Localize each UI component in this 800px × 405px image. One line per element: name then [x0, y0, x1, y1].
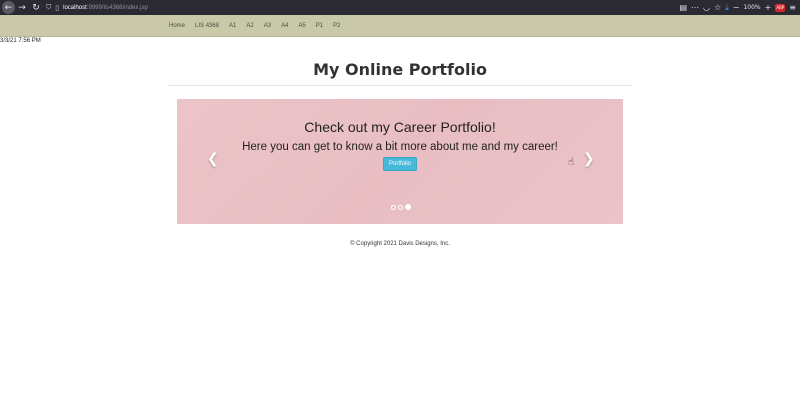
nav-link-a2[interactable]: A2 [241, 23, 258, 29]
nav-link-a1[interactable]: A1 [224, 23, 241, 29]
star-icon[interactable]: ☆ [714, 1, 721, 14]
page-icon: ▯ [55, 3, 60, 12]
browser-tools: ▤ ⋯ ◡ ☆ ⤓ − 100% + ABP ≡ [679, 1, 796, 14]
nav-links: Home LIS 4368 A1 A2 A3 A4 A5 P1 P2 [164, 15, 345, 37]
zoom-in-icon[interactable]: + [765, 1, 772, 14]
site-navbar: Home LIS 4368 A1 A2 A3 A4 A5 P1 P2 [0, 15, 800, 37]
carousel-indicator-2[interactable] [398, 204, 403, 210]
carousel-prev-icon[interactable]: ❮ [207, 151, 219, 167]
url-text[interactable]: localhost:9999/lis4368/index.jsp [63, 5, 148, 11]
reload-icon[interactable]: ↻ [29, 1, 43, 15]
nav-link-lis-4368[interactable]: LIS 4368 [190, 23, 224, 29]
reader-icon[interactable]: ▤ [679, 1, 687, 14]
nav-link-home[interactable]: Home [164, 23, 190, 29]
slide-subheading: Here you can get to know a bit more abou… [242, 141, 558, 153]
page-title: My Online Portfolio [168, 60, 632, 86]
hand-cursor-icon: ☝ [568, 157, 575, 168]
carousel-next-icon[interactable]: ❯ [583, 151, 595, 167]
download-icon[interactable]: ⤓ [725, 1, 729, 14]
footer-copyright: © Copyright 2021 Davis Designs, Inc. [350, 241, 450, 247]
menu-icon[interactable]: ≡ [789, 1, 796, 14]
nav-link-p2[interactable]: P2 [328, 23, 345, 29]
carousel-indicators [391, 204, 411, 210]
forward-icon[interactable]: → [15, 1, 29, 15]
extension-icon[interactable]: ABP [775, 3, 786, 12]
more-icon[interactable]: ⋯ [691, 1, 699, 14]
shield-icon: ⛉ [46, 3, 52, 11]
carousel-indicator-3[interactable] [405, 204, 411, 210]
zoom-out-icon[interactable]: − [733, 1, 740, 14]
carousel-indicator-1[interactable] [391, 204, 396, 210]
nav-link-a3[interactable]: A3 [259, 23, 276, 29]
url-bar[interactable]: ⛉ ▯ localhost:9999/lis4368/index.jsp [46, 2, 666, 13]
back-icon[interactable]: ← [2, 1, 15, 14]
browser-toolbar: ← → ↻ ⛉ ▯ localhost:9999/lis4368/index.j… [0, 0, 800, 15]
slide-heading: Check out my Career Portfolio! [304, 119, 496, 135]
nav-link-a4[interactable]: A4 [276, 23, 293, 29]
nav-link-a5[interactable]: A5 [293, 23, 310, 29]
pocket-icon[interactable]: ◡ [703, 1, 710, 14]
carousel: Check out my Career Portfolio! Here you … [177, 99, 623, 224]
zoom-level[interactable]: 100% [743, 1, 760, 14]
nav-link-p1[interactable]: P1 [311, 23, 328, 29]
timestamp: 3/3/21 7:56 PM [0, 38, 41, 44]
portfolio-button[interactable]: Portfolio [383, 157, 417, 171]
